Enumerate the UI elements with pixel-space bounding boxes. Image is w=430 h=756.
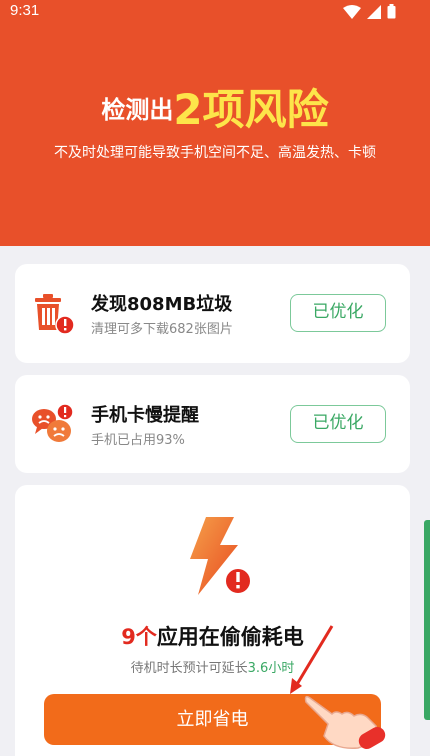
pointer-arrow-icon — [290, 625, 334, 694]
lightning-alert-icon — [190, 517, 252, 595]
edge-tab — [424, 520, 430, 720]
risk-card-junk: 发现808MB垃圾 清理可多下载682张图片 已优化 — [15, 264, 410, 363]
hero-title: 检测出2项风险 — [0, 76, 430, 137]
risk-card-slow: 手机卡慢提醒 手机已占用93% 已优化 — [15, 375, 410, 473]
trash-alert-icon — [35, 294, 75, 335]
hero-title-prefix: 检测出 — [101, 96, 174, 124]
optimized-button[interactable]: 已优化 — [290, 294, 386, 332]
hero-subtitle: 不及时处理可能导致手机空间不足、高温发热、卡顿 — [54, 145, 376, 161]
drain-sub-text: 待机时长预计可延长 — [130, 661, 248, 676]
wifi-icon — [343, 4, 361, 19]
risk-desc: 手机已占用93% — [91, 433, 185, 448]
status-bar: 9:31 — [0, 0, 430, 24]
optimized-button[interactable]: 已优化 — [290, 405, 386, 443]
hero-banner: 检测出2项风险 不及时处理可能导致手机空间不足、高温发热、卡顿 — [0, 0, 430, 246]
status-icons — [343, 4, 396, 19]
drain-subtitle: 待机时长预计可延长3.6小时 — [15, 657, 410, 676]
tap-hand-icon — [304, 695, 386, 749]
signal-icon — [367, 4, 381, 19]
risk-title: 发现808MB垃圾 — [91, 294, 233, 315]
chat-sad-alert-icon — [32, 403, 74, 442]
drain-title: 9个应用在偷偷耗电 — [15, 621, 410, 651]
status-time: 9:31 — [10, 2, 40, 19]
drain-count: 9个 — [121, 625, 157, 649]
battery-icon — [387, 4, 396, 19]
risk-desc: 清理可多下载682张图片 — [91, 322, 233, 337]
risk-title: 手机卡慢提醒 — [91, 405, 199, 426]
hero-title-highlight: 2项风险 — [173, 85, 329, 134]
